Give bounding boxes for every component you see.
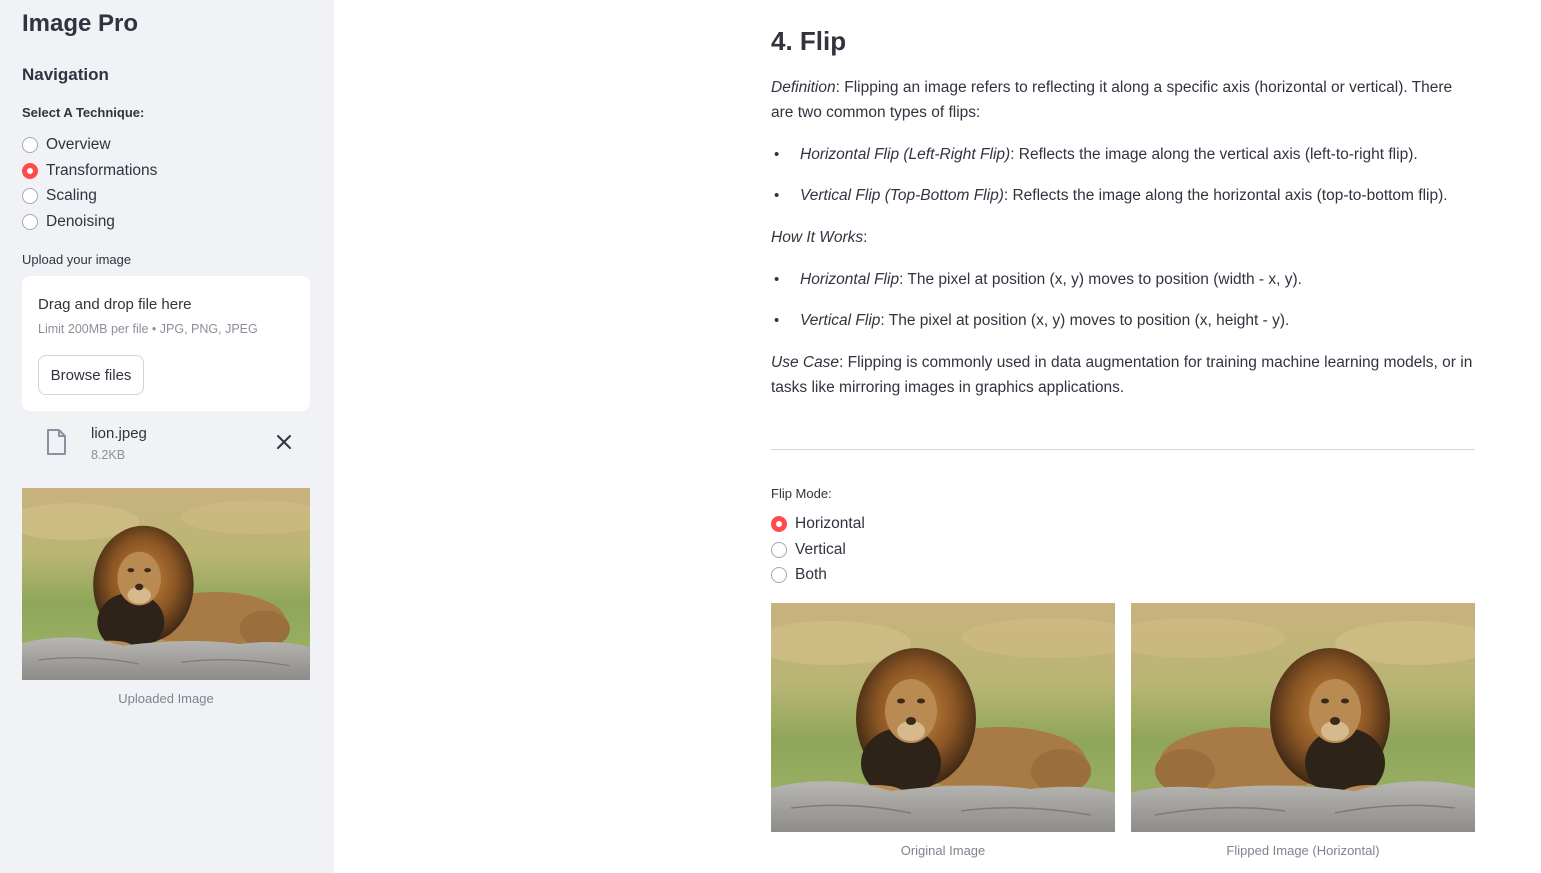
- list-item: Horizontal Flip: The pixel at position (…: [771, 267, 1475, 292]
- radio-icon: [22, 213, 38, 230]
- technique-option-label: Denoising: [46, 212, 115, 230]
- list-item-term: Horizontal Flip (Left-Right Flip): [800, 146, 1011, 163]
- list-item-term: Vertical Flip: [800, 312, 881, 329]
- how-it-works-label: How It Works: [771, 229, 864, 246]
- original-image: [771, 603, 1115, 832]
- file-icon: [47, 429, 66, 455]
- technique-option-label: Transformations: [46, 161, 158, 179]
- definition-paragraph: Definition: Flipping an image refers to …: [771, 75, 1475, 125]
- radio-selected-icon: [22, 162, 38, 179]
- dropzone-title: Drag and drop file here: [38, 296, 192, 313]
- app-title: Image Pro: [22, 10, 139, 37]
- page-title: 4. Flip: [771, 26, 847, 56]
- list-item-text: : Reflects the image along the horizonta…: [1003, 187, 1448, 204]
- flip-mode-vertical[interactable]: Vertical: [771, 537, 865, 563]
- technique-option-label: Scaling: [46, 187, 97, 205]
- file-size: 8.2KB: [91, 448, 126, 462]
- original-image-caption: Original Image: [900, 843, 986, 858]
- sidebar: Image Pro Navigation Select A Technique:…: [0, 0, 334, 873]
- close-icon[interactable]: [275, 433, 293, 451]
- flip-mode-option-label: Horizontal: [795, 514, 865, 532]
- uploaded-image: [22, 488, 310, 680]
- list-item-text: : The pixel at position (x, y) moves to …: [880, 312, 1290, 329]
- upload-label: Upload your image: [22, 252, 132, 267]
- flipped-image: [1131, 603, 1475, 832]
- use-case-paragraph: Use Case: Flipping is commonly used in d…: [771, 350, 1475, 400]
- use-case-label: Use Case: [771, 354, 840, 371]
- radio-icon: [771, 567, 787, 584]
- navigation-heading: Navigation: [22, 65, 109, 84]
- technique-radio-group: Overview Transformations Scaling Denoisi…: [22, 132, 157, 235]
- technique-option-denoising[interactable]: Denoising: [22, 209, 157, 235]
- list-item-text: : Reflects the image along the vertical …: [1010, 146, 1418, 163]
- flip-mode-radio-group: Horizontal Vertical Both: [771, 511, 865, 588]
- list-item-term: Vertical Flip (Top-Bottom Flip): [800, 187, 1004, 204]
- browse-files-button[interactable]: Browse files: [38, 355, 144, 395]
- definition-text: : Flipping an image refers to reflecting…: [771, 79, 1453, 121]
- flip-mode-label: Flip Mode:: [771, 486, 832, 501]
- dropzone-limits: Limit 200MB per file • JPG, PNG, JPEG: [38, 322, 258, 336]
- technique-option-transformations[interactable]: Transformations: [22, 158, 157, 184]
- radio-icon: [22, 136, 38, 153]
- file-name: lion.jpeg: [91, 425, 147, 442]
- how-it-works-paragraph: How It Works:: [771, 225, 1475, 250]
- list-item-text: : The pixel at position (x, y) moves to …: [899, 271, 1302, 288]
- divider: [771, 449, 1475, 450]
- list-item: Vertical Flip (Top-Bottom Flip): Reflect…: [771, 183, 1475, 208]
- uploaded-image-caption: Uploaded Image: [118, 691, 214, 706]
- flip-mode-both[interactable]: Both: [771, 562, 865, 588]
- technique-option-overview[interactable]: Overview: [22, 132, 157, 158]
- radio-icon: [22, 188, 38, 205]
- file-dropzone[interactable]: Drag and drop file here Limit 200MB per …: [22, 276, 310, 411]
- radio-selected-icon: [771, 515, 787, 532]
- technique-option-scaling[interactable]: Scaling: [22, 183, 157, 209]
- uploaded-file-row: lion.jpeg 8.2KB: [22, 420, 310, 470]
- technique-option-label: Overview: [46, 135, 111, 153]
- flip-mode-option-label: Vertical: [795, 540, 846, 558]
- technique-select-label: Select A Technique:: [22, 105, 145, 120]
- use-case-text: : Flipping is commonly used in data augm…: [771, 354, 1473, 396]
- list-item: Horizontal Flip (Left-Right Flip): Refle…: [771, 142, 1475, 167]
- list-item-term: Horizontal Flip: [800, 271, 900, 288]
- definition-label: Definition: [771, 79, 836, 96]
- flip-mode-horizontal[interactable]: Horizontal: [771, 511, 865, 537]
- radio-icon: [771, 541, 787, 558]
- flip-mode-option-label: Both: [795, 566, 827, 584]
- list-item: Vertical Flip: The pixel at position (x,…: [771, 308, 1475, 333]
- flipped-image-caption: Flipped Image (Horizontal): [1226, 843, 1380, 858]
- how-it-works-suffix: :: [863, 229, 868, 246]
